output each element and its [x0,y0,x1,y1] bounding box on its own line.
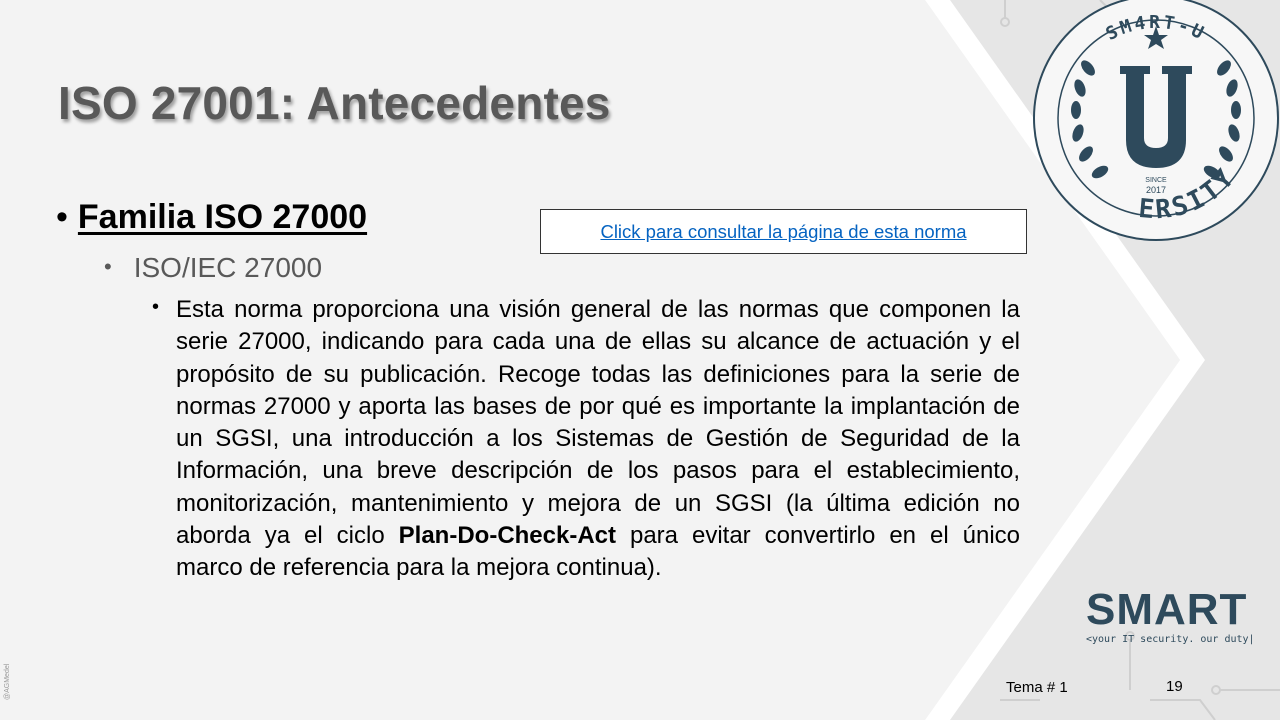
smart-logo: SMART <your IT security. our duty| [1086,588,1256,646]
paragraph-text-part-1: Esta norma proporciona una visión genera… [176,296,1020,550]
bullet-marker: • [56,198,68,236]
bullet-marker: • [152,296,160,318]
bullet-marker: • [104,254,112,279]
slide-title: ISO 27001: Antecedentes [58,77,611,129]
badge-since-label: SINCE [1145,177,1167,184]
link-box: Click para consultar la página de esta n… [540,209,1027,254]
smart-logo-wordmark: SMART [1086,588,1256,632]
smart-logo-part-1: SM [1086,585,1154,634]
smart-logo-part-2: RT [1186,585,1248,634]
slide-number: 19 [1166,678,1183,695]
bullet-level-2-text: ISO/IEC 27000 [133,252,323,283]
bullet-level-3: • Esta norma proporciona una visión gene… [152,294,1020,585]
bullet-level-1: • Familia ISO 27000 [56,198,367,237]
bullet-level-1-text: Familia ISO 27000 [77,198,368,236]
smart-logo-tagline: <your IT security. our duty| [1086,634,1255,645]
bullet-level-3-paragraph: Esta norma proporciona una visión genera… [176,294,1020,585]
badge-year: 2017 [1146,185,1166,195]
smart-logo-part-a: A [1154,585,1187,634]
author-credit: @AGMedel [4,663,11,700]
university-badge-logo: SINCE 2017 SM4RT-U ERSITY [1033,0,1279,241]
bullet-level-2: • ISO/IEC 27000 [104,252,322,284]
footer-topic: Tema # 1 [1006,679,1068,696]
norm-page-link[interactable]: Click para consultar la página de esta n… [600,221,966,243]
paragraph-bold-term: Plan-Do-Check-Act [398,522,617,550]
slide: SINCE 2017 SM4RT-U ERSITY ISO 27001: Ant… [0,0,1280,720]
